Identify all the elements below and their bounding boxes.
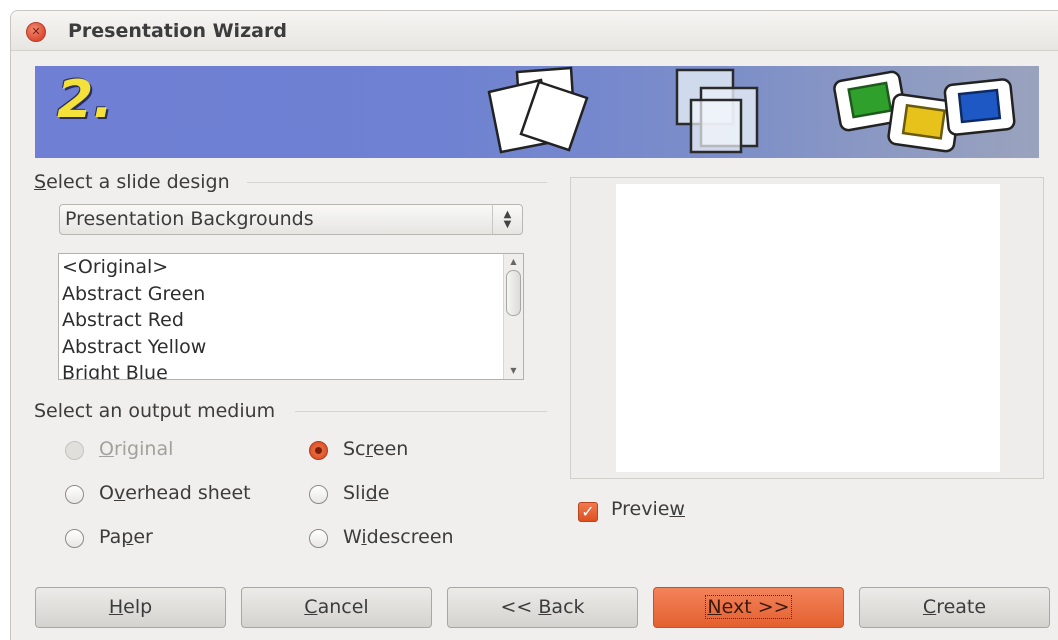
focus-ring: Next >> xyxy=(705,595,792,619)
updown-arrows-icon: ▲ ▼ xyxy=(492,205,522,234)
label-accel: w xyxy=(669,498,685,520)
radio-slide[interactable] xyxy=(309,485,328,504)
label-accel: C xyxy=(922,596,937,618)
radio-screen-label: Screen xyxy=(343,438,408,460)
label-pre: Pa xyxy=(99,526,122,548)
label-post: ext >> xyxy=(721,596,790,618)
slide-design-list[interactable]: <Original> Abstract Green Abstract Red A… xyxy=(58,253,524,380)
label-post: descreen xyxy=(366,526,454,548)
accel-s: S xyxy=(34,171,47,193)
presentation-wizard-window: ✕ Presentation Wizard 2. Select a slide … xyxy=(10,10,1058,640)
label-accel: N xyxy=(707,596,722,618)
label-pre: Sli xyxy=(343,482,366,504)
slide-design-category-select[interactable]: Presentation Backgrounds ▲ ▼ xyxy=(59,204,523,235)
label-post: riginal xyxy=(113,438,174,460)
label-accel: O xyxy=(99,438,114,460)
label-accel: d xyxy=(365,482,378,504)
scroll-up-icon[interactable]: ▲ xyxy=(506,255,521,269)
output-medium-group-label: Select an output medium xyxy=(34,400,276,422)
radio-widescreen-label: Widescreen xyxy=(343,526,454,548)
radio-widescreen[interactable] xyxy=(309,529,328,548)
wizard-banner: 2. xyxy=(35,66,1039,158)
radio-overhead-sheet[interactable] xyxy=(65,485,84,504)
slides-icon xyxy=(833,70,1016,153)
radio-screen[interactable] xyxy=(309,441,328,460)
label-accel: r xyxy=(365,438,373,460)
list-item[interactable]: Abstract Red xyxy=(59,307,523,334)
radio-paper[interactable] xyxy=(65,529,84,548)
label-post: elp xyxy=(123,596,153,618)
group-divider xyxy=(247,182,547,183)
label-post: een xyxy=(372,438,409,460)
title-bar: ✕ Presentation Wizard xyxy=(11,11,1058,51)
label-accel: v xyxy=(113,482,126,504)
group-label-text: elect a slide design xyxy=(46,171,230,193)
scroll-thumb[interactable] xyxy=(506,270,521,316)
label-post: ack xyxy=(551,596,585,618)
label-accel: H xyxy=(108,596,124,618)
label-accel: B xyxy=(538,596,552,618)
radio-slide-label: Slide xyxy=(343,482,389,504)
transparencies-icon xyxy=(675,68,759,154)
window-title: Presentation Wizard xyxy=(68,20,287,42)
label-accel: C xyxy=(304,596,318,618)
preview-checkbox-label: Preview xyxy=(611,498,685,520)
papers-icon xyxy=(487,66,589,154)
close-icon[interactable]: ✕ xyxy=(26,22,46,42)
list-item[interactable]: Bright Blue xyxy=(59,360,523,379)
create-button[interactable]: Create xyxy=(859,587,1050,628)
label-post: ancel xyxy=(317,596,369,618)
label-accel: p xyxy=(121,526,134,548)
step-number: 2. xyxy=(57,70,113,130)
label-post: reate xyxy=(936,596,987,618)
radio-original[interactable] xyxy=(65,441,84,460)
list-item[interactable]: <Original> xyxy=(59,254,523,281)
list-item[interactable]: Abstract Green xyxy=(59,281,523,308)
back-button[interactable]: << Back xyxy=(447,587,638,628)
label-pre: << xyxy=(500,596,539,618)
cancel-button[interactable]: Cancel xyxy=(241,587,432,628)
label-pre: O xyxy=(99,482,114,504)
preview-canvas xyxy=(616,184,1000,472)
label-pre: Previe xyxy=(611,498,670,520)
preview-checkbox[interactable]: ✓ xyxy=(578,502,598,522)
list-item[interactable]: Abstract Yellow xyxy=(59,334,523,361)
preview-frame xyxy=(570,177,1044,479)
label-post: er xyxy=(133,526,153,548)
label-post: erhead sheet xyxy=(125,482,251,504)
radio-overhead-sheet-label: Overhead sheet xyxy=(99,482,251,504)
list-scrollbar[interactable]: ▲ ▼ xyxy=(503,254,523,379)
next-button[interactable]: Next >> xyxy=(653,587,844,628)
slide-design-group-label: Select a slide design xyxy=(34,171,230,193)
select-value: Presentation Backgrounds xyxy=(65,208,314,230)
label-pre: Sc xyxy=(343,438,366,460)
label-pre: W xyxy=(343,526,362,548)
radio-paper-label: Paper xyxy=(99,526,153,548)
scroll-down-icon[interactable]: ▼ xyxy=(506,364,521,378)
group-divider xyxy=(295,411,547,412)
help-button[interactable]: Help xyxy=(35,587,226,628)
label-post: e xyxy=(377,482,390,504)
radio-original-label: Original xyxy=(99,438,173,460)
